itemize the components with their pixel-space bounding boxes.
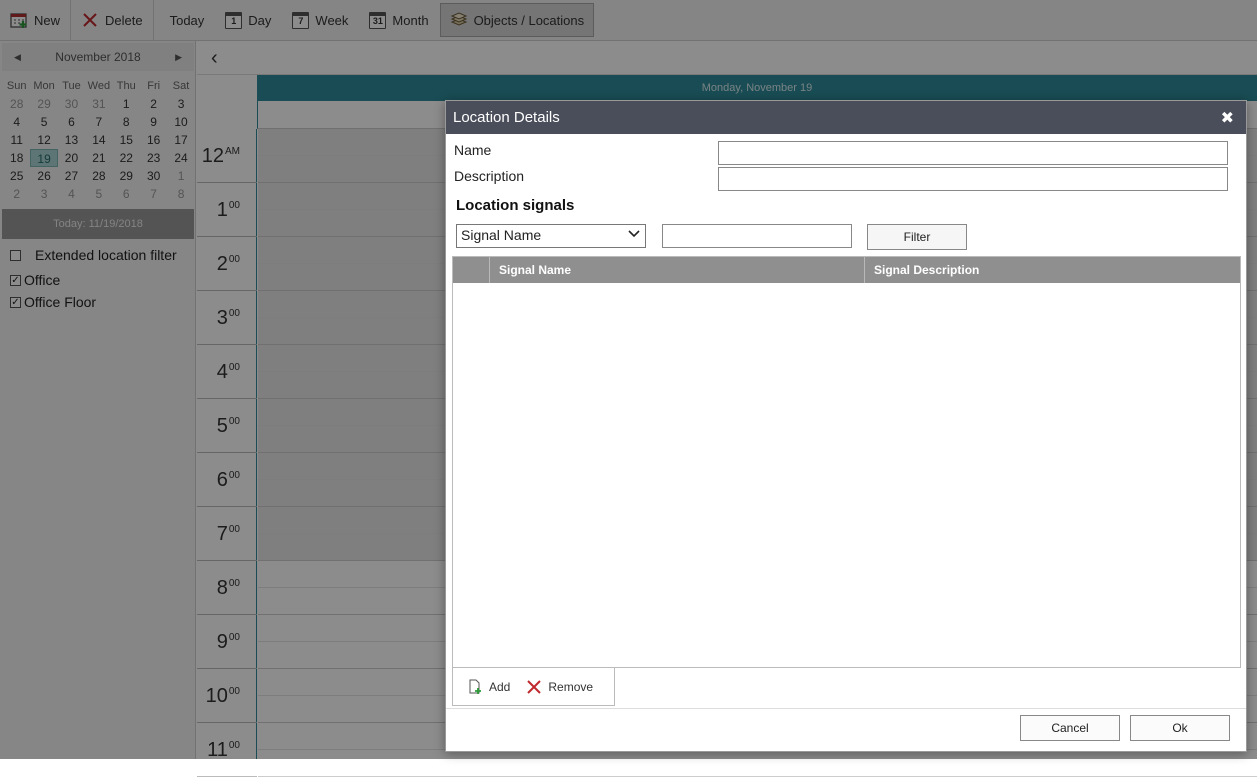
- dialog-divider: [446, 708, 1246, 709]
- name-field[interactable]: [718, 141, 1228, 165]
- add-button[interactable]: Add: [467, 679, 510, 695]
- add-document-icon: [469, 679, 481, 694]
- chevron-down-icon: [628, 230, 640, 238]
- ok-button[interactable]: Ok: [1130, 715, 1230, 741]
- close-icon[interactable]: ✖: [1221, 102, 1234, 136]
- signal-field-select[interactable]: Signal Name: [456, 224, 646, 248]
- location-signals-heading: Location signals: [456, 197, 575, 214]
- dialog-title: Location Details: [453, 109, 560, 126]
- signals-grid: Signal Name Signal Description: [452, 256, 1241, 668]
- description-label: Description: [454, 168, 525, 184]
- cancel-button[interactable]: Cancel: [1020, 715, 1120, 741]
- add-label: Add: [489, 679, 511, 694]
- description-field[interactable]: [718, 167, 1228, 191]
- name-label: Name: [454, 142, 492, 158]
- signal-filter-input[interactable]: [662, 224, 852, 248]
- location-details-dialog: Location Details ✖ Name Description Loca…: [445, 100, 1247, 752]
- column-signal-description[interactable]: Signal Description: [864, 257, 1240, 283]
- grid-toolbar: Add Remove: [452, 668, 615, 706]
- filter-button[interactable]: Filter: [867, 224, 967, 250]
- remove-button[interactable]: Remove: [526, 679, 593, 695]
- grid-select-column[interactable]: [453, 257, 489, 283]
- dialog-titlebar: Location Details ✖: [446, 101, 1246, 134]
- remove-x-icon: [527, 679, 542, 694]
- grid-header: Signal Name Signal Description: [453, 257, 1240, 283]
- column-signal-name[interactable]: Signal Name: [489, 257, 864, 283]
- select-value: Signal Name: [461, 227, 542, 243]
- remove-label: Remove: [548, 679, 594, 694]
